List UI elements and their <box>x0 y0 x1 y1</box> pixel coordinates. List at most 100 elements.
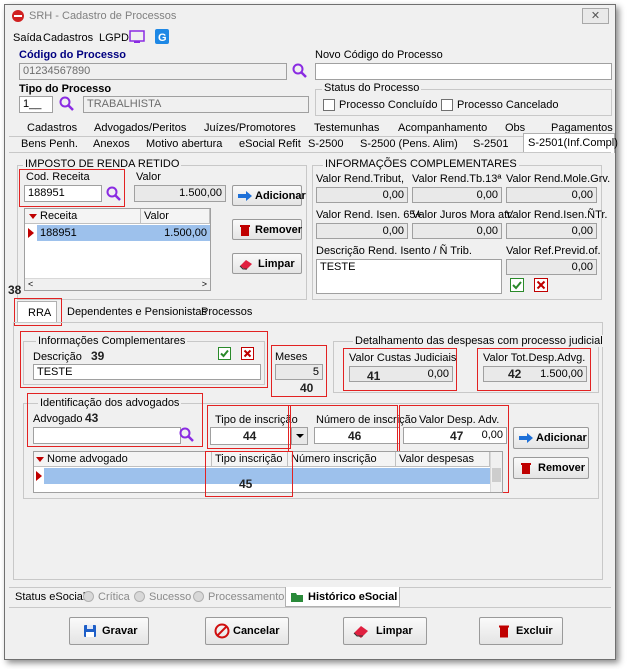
col-nome-advogado[interactable]: Nome advogado <box>44 452 212 467</box>
search-icon[interactable] <box>59 96 75 112</box>
ref-previd-label: Valor Ref.Previd.of. <box>506 245 601 257</box>
scroll-right-icon[interactable]: > <box>202 279 207 289</box>
tab-s2500-pens[interactable]: S-2500 (Pens. Alim) <box>360 138 458 150</box>
desc-rend-field[interactable]: TESTE <box>316 259 502 294</box>
menu-saida[interactable]: Saída <box>13 32 42 44</box>
imposto-remover-button[interactable]: Remover <box>232 219 302 240</box>
col-valor-despesas[interactable]: Valor despesas <box>396 452 490 467</box>
highlight-custas <box>343 348 457 391</box>
adv-adicionar-button[interactable]: Adicionar <box>513 427 589 449</box>
rend-tributavel-field[interactable]: 0,00 <box>316 187 408 203</box>
sort-arrow-icon <box>36 457 44 462</box>
tab-anexos[interactable]: Anexos <box>93 138 130 150</box>
processamento-radio[interactable] <box>193 591 204 602</box>
tab-advogados[interactable]: Advogados/Peritos <box>94 122 186 134</box>
sort-arrow-icon <box>29 214 37 219</box>
gravar-button[interactable]: Gravar <box>69 617 149 645</box>
receita-grid[interactable]: Receita Valor 188951 1.500,00 < > <box>24 208 211 291</box>
historico-esocial-label: Histórico eSocial <box>308 591 398 603</box>
eraser-icon <box>239 259 252 270</box>
folder-icon <box>291 593 303 602</box>
tab-s2501[interactable]: S-2501 <box>473 138 508 150</box>
col-numero-inscricao[interactable]: Número inscrição <box>288 452 396 467</box>
tipo-processo-code-field[interactable]: 1__ <box>19 96 53 113</box>
excluir-button[interactable]: Excluir <box>479 617 563 645</box>
cancelado-label: Processo Cancelado <box>457 99 559 111</box>
imposto-limpar-button[interactable]: Limpar <box>232 253 302 274</box>
ref-previd-field[interactable]: 0,00 <box>506 259 597 275</box>
tab-acompanhamento[interactable]: Acompanhamento <box>398 122 487 134</box>
save-disk-icon <box>84 625 96 637</box>
critica-radio[interactable] <box>83 591 94 602</box>
cell-valor: 1.500,00 <box>164 227 207 239</box>
rend-isento-65-field[interactable]: 0,00 <box>316 223 408 239</box>
highlight-descricao <box>20 331 268 388</box>
col-valor[interactable]: Valor <box>141 209 210 224</box>
concluido-checkbox[interactable] <box>323 99 335 111</box>
arrow-right-icon <box>519 433 533 443</box>
tab-testemunhas[interactable]: Testemunhas <box>314 122 379 134</box>
tab-s2501-inf-active[interactable]: S-2501(Inf.Compl) <box>523 133 618 153</box>
rend-13-label: Valor Rend.Tb.13ª <box>412 173 502 185</box>
search-icon[interactable] <box>292 63 308 79</box>
juros-mora-field[interactable]: 0,00 <box>412 223 502 239</box>
scroll-left-icon[interactable]: < <box>28 279 33 289</box>
row-pointer-icon <box>28 228 34 238</box>
confirm-check-icon[interactable] <box>510 278 524 292</box>
tab-cadastros[interactable]: Cadastros <box>27 122 77 134</box>
tab-juizes[interactable]: Juízes/Promotores <box>204 122 296 134</box>
historico-esocial-tab[interactable]: Histórico eSocial <box>285 587 400 607</box>
tab-row-divider <box>9 136 611 137</box>
tab-bens-penh[interactable]: Bens Penh. <box>21 138 78 150</box>
trash-icon <box>499 625 509 638</box>
rend-tributavel-label: Valor Rend.Tribut, <box>316 173 405 185</box>
imposto-limpar-label: Limpar <box>258 257 295 270</box>
rend-13-field[interactable]: 0,00 <box>412 187 502 203</box>
menu-lgpd[interactable]: LGPD <box>99 32 129 44</box>
limpar-button[interactable]: Limpar <box>343 617 427 645</box>
cancelar-button[interactable]: Cancelar <box>205 617 289 645</box>
sucesso-label: Sucesso <box>149 591 192 603</box>
table-row[interactable]: 188951 1.500,00 <box>37 225 210 241</box>
arrow-right-icon <box>238 190 252 201</box>
despesas-title: Detalhamento das despesas com processo j… <box>353 335 605 347</box>
cod-processo-field[interactable]: 01234567890 <box>19 63 287 80</box>
esocial-status-label: Status eSocial: <box>15 591 89 603</box>
svg-text:G: G <box>158 32 167 44</box>
menu-cadastros[interactable]: Cadastros <box>43 32 93 44</box>
cancelado-checkbox[interactable] <box>441 99 453 111</box>
valor-label: Valor <box>136 171 161 183</box>
tab-s2500[interactable]: S-2500 <box>308 138 343 150</box>
cancel-x-icon[interactable] <box>534 278 548 292</box>
juros-mora-label: Valor Juros Mora atr. <box>412 209 514 221</box>
imposto-remover-label: Remover <box>255 223 303 236</box>
adv-remover-button[interactable]: Remover <box>513 457 589 479</box>
gravar-label: Gravar <box>102 625 138 637</box>
rend-isento-ntrib-field[interactable]: 0,00 <box>506 223 597 239</box>
imposto-adicionar-label: Adicionar <box>255 189 306 202</box>
scroll-thumb[interactable] <box>492 468 501 482</box>
col-receita[interactable]: Receita <box>37 209 141 224</box>
highlight-advogado <box>27 393 203 447</box>
tab-esocial-refit[interactable]: eSocial Refit <box>239 138 301 150</box>
excluir-label: Excluir <box>516 625 553 637</box>
processamento-label: Processamento <box>208 591 285 603</box>
concluido-label: Processo Concluído <box>339 99 438 111</box>
close-button[interactable]: ✕ <box>582 8 609 24</box>
subtab-processos[interactable]: Processos <box>201 306 252 318</box>
subtab-dependentes[interactable]: Dependentes e Pensionistas <box>67 306 207 318</box>
rend-molestia-field[interactable]: 0,00 <box>506 187 597 203</box>
sucesso-radio[interactable] <box>134 591 145 602</box>
cod-processo-label: Código do Processo <box>19 49 126 61</box>
novo-codigo-field[interactable] <box>315 63 612 80</box>
monitor-icon[interactable] <box>129 30 145 44</box>
v-scrollbar[interactable] <box>490 452 502 492</box>
cancelar-label: Cancelar <box>233 625 280 637</box>
tab-motivo-abertura[interactable]: Motivo abertura <box>146 138 222 150</box>
valor-field[interactable]: 1.500,00 <box>134 185 226 202</box>
app-logo-icon <box>12 10 24 22</box>
h-scrollbar[interactable]: < > <box>25 278 210 290</box>
title-bar: SRH - Cadastro de Processos ✕ <box>5 5 615 27</box>
g-logo-icon[interactable]: G <box>155 29 169 44</box>
imposto-adicionar-button[interactable]: Adicionar <box>232 185 306 206</box>
